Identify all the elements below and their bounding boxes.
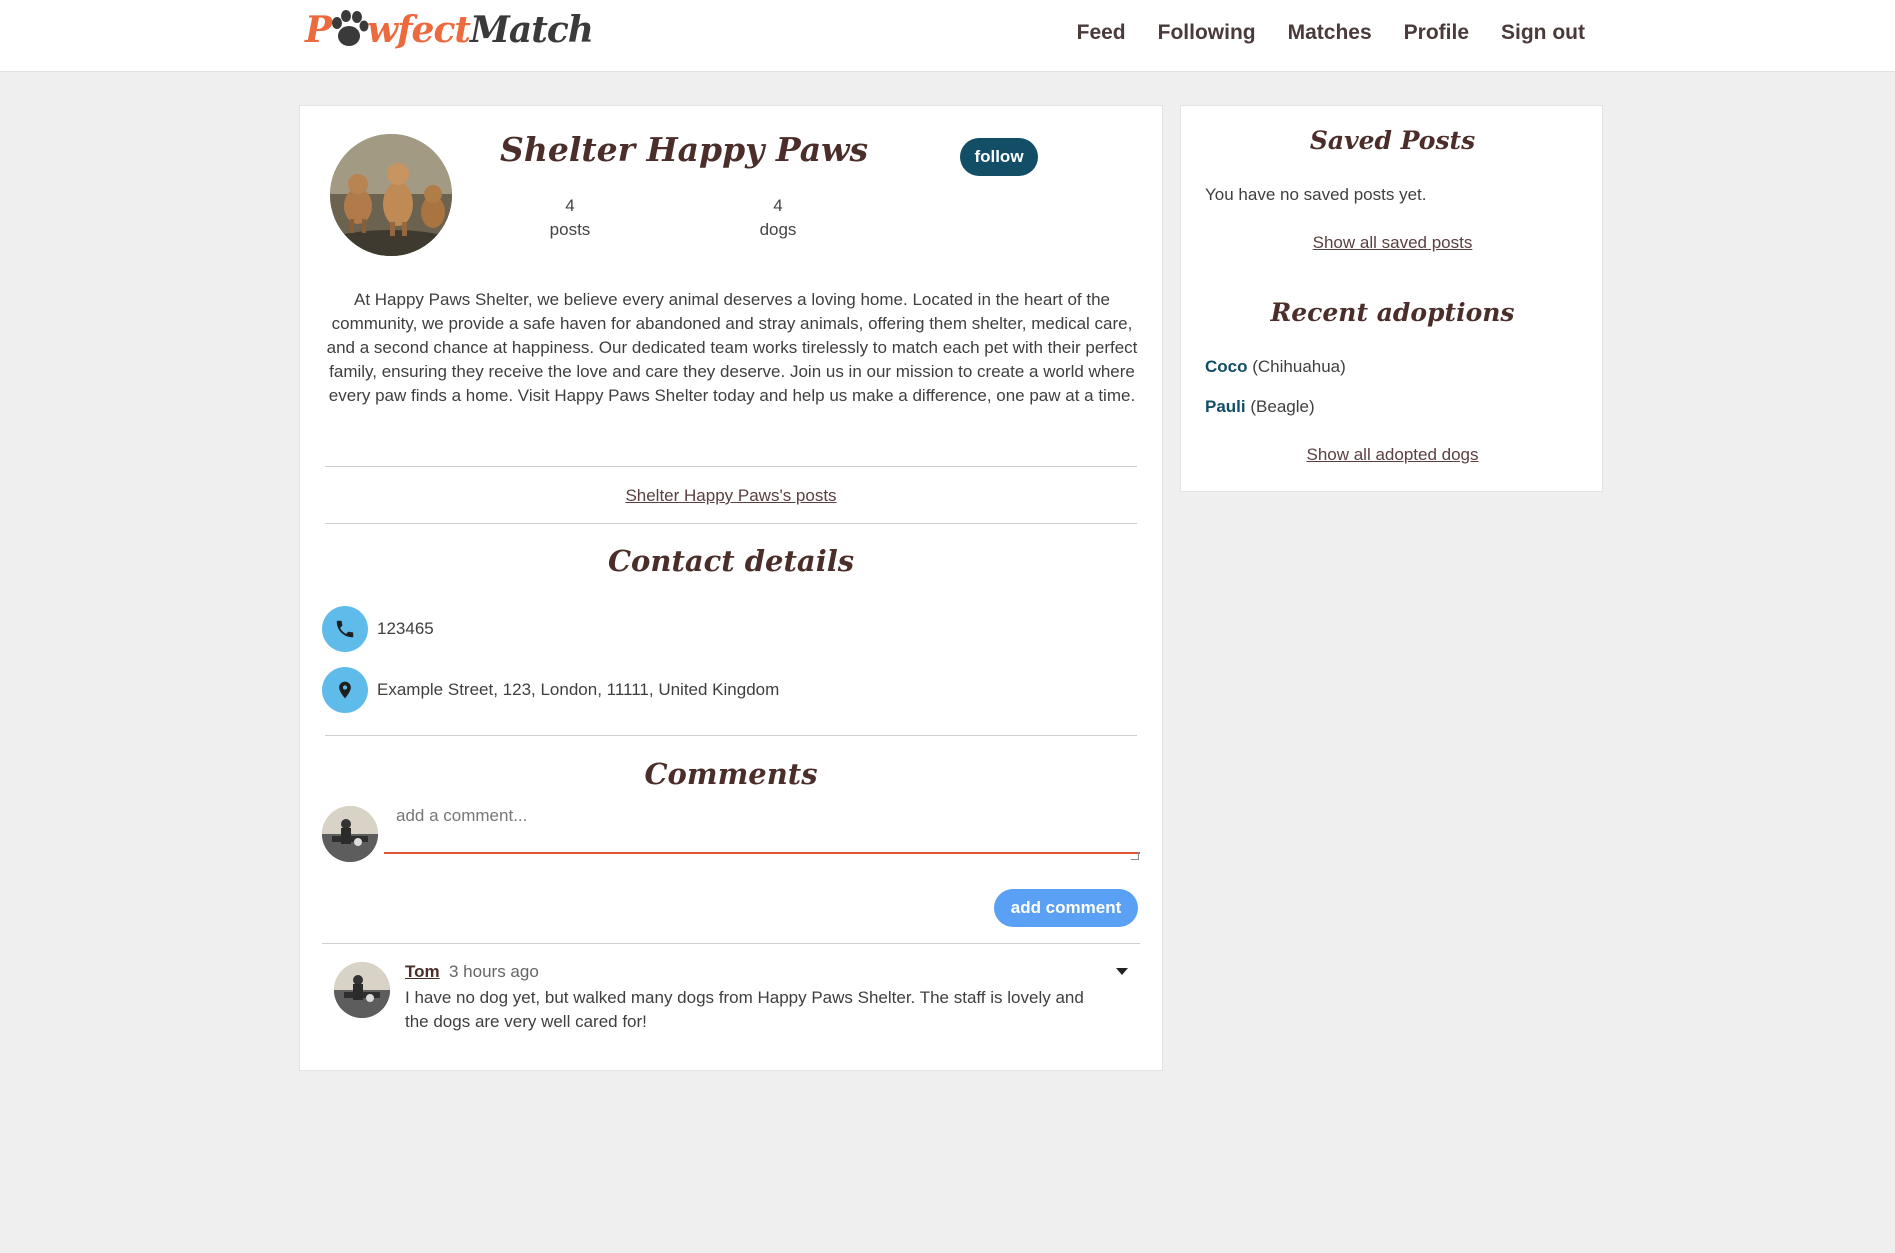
location-pin-icon (322, 667, 368, 713)
shelter-avatar (330, 134, 452, 256)
nav-profile[interactable]: Profile (1404, 21, 1469, 45)
saved-posts-title: Saved Posts (1309, 126, 1476, 155)
nav-matches[interactable]: Matches (1288, 21, 1372, 45)
textarea-resize-handle[interactable] (1131, 852, 1139, 860)
nav-feed[interactable]: Feed (1077, 21, 1126, 45)
nav-sign-out[interactable]: Sign out (1501, 21, 1585, 45)
adoption-dog-breed: (Beagle) (1250, 397, 1315, 416)
comment-text: I have no dog yet, but walked many dogs … (405, 988, 1084, 1031)
show-adopted-dogs-link[interactable]: Show all adopted dogs (1181, 445, 1604, 465)
caret-down-icon[interactable] (1116, 968, 1128, 975)
pawfectmatch-logo[interactable]: P wfect Match (305, 6, 594, 54)
posts-label: posts (549, 220, 591, 239)
contact-phone: 123465 (377, 619, 434, 638)
contact-address: Example Street, 123, London, 11111, Unit… (377, 680, 780, 699)
dogs-count: 4 (773, 196, 783, 215)
comments-title: Comments (644, 757, 818, 791)
shelter-posts-link[interactable]: Shelter Happy Paws's posts (325, 486, 1137, 506)
posts-stat[interactable]: 4 posts (510, 194, 630, 242)
comment-author-avatar[interactable] (334, 962, 390, 1018)
divider (322, 943, 1140, 944)
top-navigation-bar: P wfect Match Feed Following Matches Pro… (0, 0, 1895, 72)
comment-timestamp: 3 hours ago (449, 962, 539, 981)
shelter-name: Shelter Happy Paws (500, 130, 869, 169)
logo-letter-p: P (305, 9, 332, 51)
adoption-item[interactable]: Pauli (Beagle) (1205, 397, 1315, 417)
saved-posts-empty-text: You have no saved posts yet. (1205, 185, 1427, 204)
contact-details-title: Contact details (607, 544, 855, 578)
contact-address-row: Example Street, 123, London, 11111, Unit… (322, 667, 779, 713)
adoption-item[interactable]: Coco (Chihuahua) (1205, 357, 1346, 377)
current-user-avatar (322, 806, 378, 862)
adoption-dog-breed: (Chihuahua) (1252, 357, 1346, 376)
comment-input[interactable] (384, 796, 1140, 854)
adoption-dog-name[interactable]: Pauli (1205, 397, 1246, 416)
sidebar-card: Saved Posts You have no saved posts yet.… (1180, 105, 1603, 492)
dogs-label: dogs (759, 220, 797, 239)
shelter-bio: At Happy Paws Shelter, we believe every … (326, 290, 1138, 405)
show-saved-posts-link[interactable]: Show all saved posts (1181, 233, 1604, 253)
divider (325, 735, 1137, 736)
logo-wfect: wfect (367, 9, 471, 51)
logo-match: Match (470, 9, 594, 51)
shelter-profile-card: Shelter Happy Paws follow 4 posts 4 dogs… (299, 105, 1163, 1071)
recent-adoptions-title: Recent adoptions (1270, 298, 1515, 327)
add-comment-button[interactable]: add comment (994, 889, 1138, 927)
dogs-stat[interactable]: 4 dogs (718, 194, 838, 242)
divider (325, 523, 1137, 524)
contact-phone-row: 123465 (322, 606, 434, 652)
phone-icon (322, 606, 368, 652)
divider (325, 466, 1137, 467)
comment-author[interactable]: Tom (405, 962, 440, 982)
main-nav: Feed Following Matches Profile Sign out (1077, 0, 1585, 66)
nav-following[interactable]: Following (1158, 21, 1256, 45)
paw-logo-icon (329, 8, 369, 52)
adoption-dog-name[interactable]: Coco (1205, 357, 1248, 376)
posts-count: 4 (565, 196, 575, 215)
follow-button[interactable]: follow (960, 138, 1038, 176)
